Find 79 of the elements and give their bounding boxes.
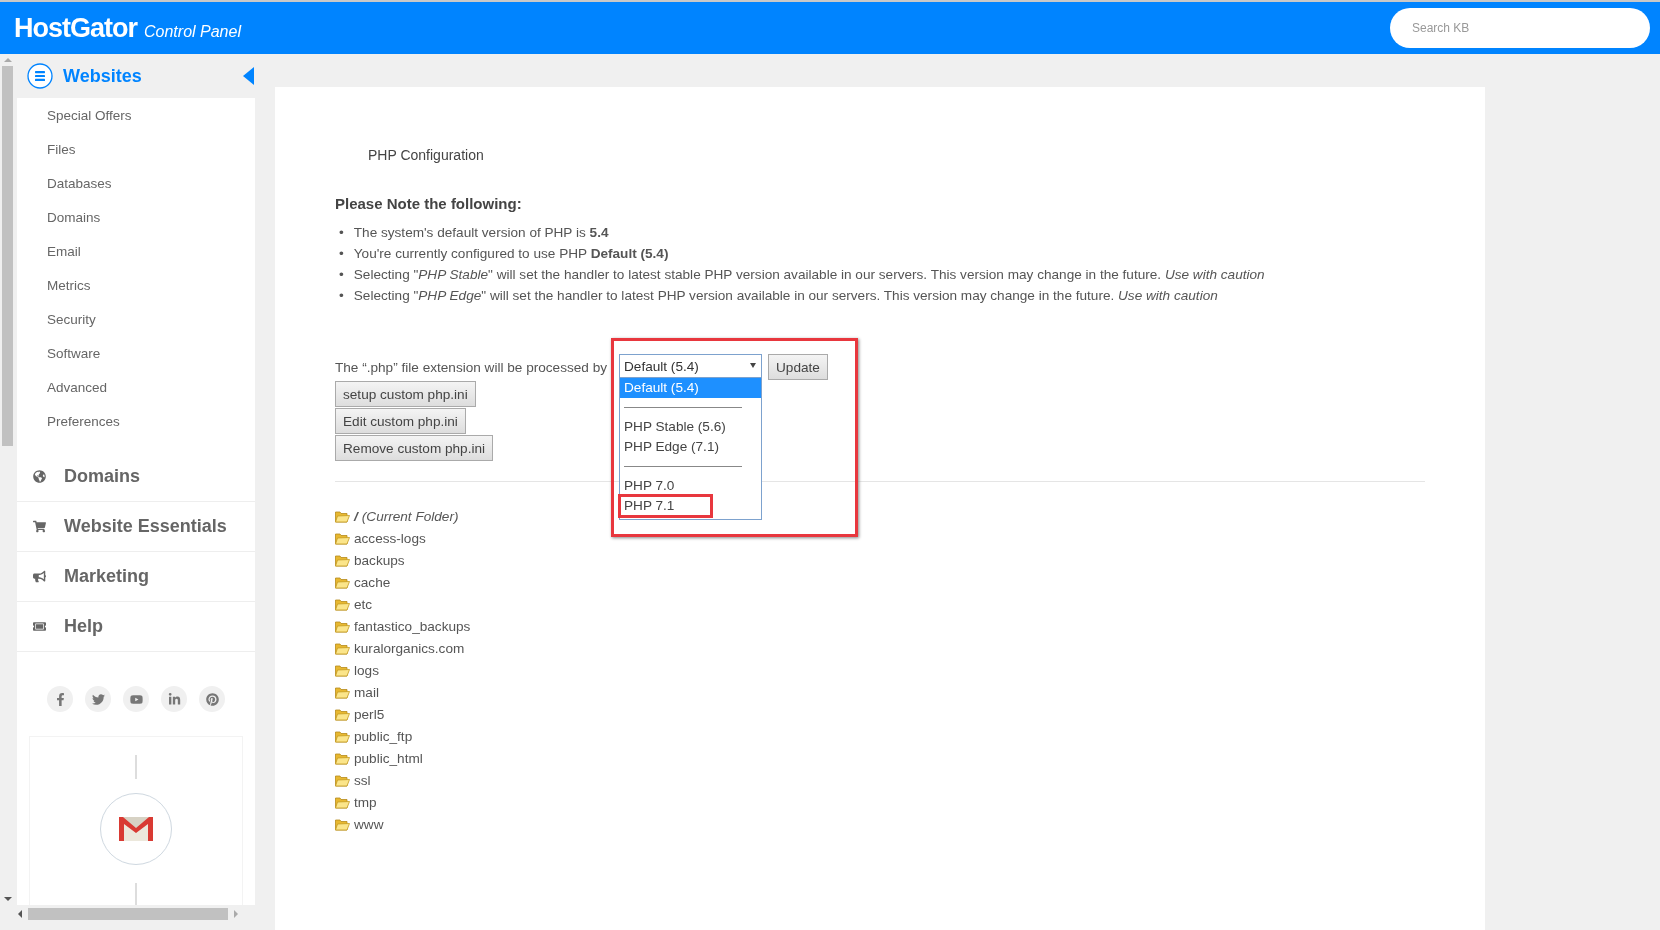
bullet: • xyxy=(339,245,344,263)
update-button[interactable]: Update xyxy=(768,354,828,380)
folder-link[interactable]: ssl xyxy=(335,769,371,791)
folder-link[interactable]: access-logs xyxy=(335,527,426,549)
folder-icon xyxy=(335,817,350,831)
sidebar-item[interactable]: Databases xyxy=(17,166,255,200)
folder-link[interactable]: logs xyxy=(335,659,379,681)
folder-icon xyxy=(335,531,350,545)
note-text: You're currently configured to use PHP Default (5.4) xyxy=(353,245,669,263)
sidebar-item[interactable]: Email xyxy=(17,234,255,268)
handler-label: The “.php” file extension will be processed by xyxy=(335,359,607,375)
folder-icon xyxy=(335,575,350,589)
folder-icon xyxy=(335,729,350,743)
folder-icon xyxy=(335,707,350,721)
linkedin-icon[interactable] xyxy=(161,686,187,712)
pinterest-icon[interactable] xyxy=(199,686,225,712)
ini-button[interactable]: Remove custom php.ini xyxy=(335,435,494,461)
version-option[interactable]: PHP 7.1 xyxy=(620,496,711,516)
page-title: PHP Configuration xyxy=(368,147,485,163)
sidebar-item[interactable]: Security xyxy=(17,302,255,336)
bullet: • xyxy=(339,287,344,305)
bullet: • xyxy=(339,266,344,284)
folder-icon xyxy=(335,751,350,765)
sidebar-group[interactable]: Domains xyxy=(17,452,255,502)
sidebar-item[interactable]: Preferences xyxy=(17,404,255,438)
note-heading: Please Note the following: xyxy=(335,195,523,212)
folder-link[interactable]: public_ftp xyxy=(335,725,413,747)
brand-subtitle: Control Panel xyxy=(144,22,241,41)
folder-link[interactable]: public_html xyxy=(335,747,423,769)
sidebar-group[interactable]: Marketing xyxy=(17,552,255,602)
sidebar-item[interactable]: Domains xyxy=(17,200,255,234)
sidebar-item[interactable]: Files xyxy=(17,132,255,166)
folder-icon xyxy=(335,641,350,655)
ticket-icon xyxy=(33,620,46,633)
youtube-icon[interactable] xyxy=(123,686,149,712)
folder-link[interactable]: tmp xyxy=(335,791,377,813)
sidebar-item[interactable]: Special Offers xyxy=(17,98,255,132)
folder-link[interactable]: backups xyxy=(335,549,405,571)
folder-link[interactable]: www xyxy=(335,813,384,835)
note-text: Selecting "PHP Stable" will set the handler to latest stable PHP version available in our servers. This version may change in the future. Use with caution xyxy=(353,266,1265,284)
folder-icon xyxy=(335,685,350,699)
folder-icon xyxy=(335,663,350,677)
folder-link[interactable]: mail xyxy=(335,681,379,703)
note-text: Selecting "PHP Edge" will set the handler to latest PHP version available in our servers. This version may change in the future. Use with caution xyxy=(353,287,1218,305)
folder-link[interactable]: / (Current Folder) xyxy=(335,505,459,527)
folder-icon xyxy=(335,553,350,567)
php-version-select[interactable]: Default (5.4) xyxy=(619,354,762,378)
folder-link[interactable]: kuralorganics.com xyxy=(335,637,465,659)
folder-icon xyxy=(335,619,350,633)
envelope-icon xyxy=(118,816,154,842)
twitter-icon[interactable] xyxy=(85,686,111,712)
cart-icon xyxy=(33,520,46,533)
sidebar-item[interactable]: Advanced xyxy=(17,370,255,404)
folder-icon xyxy=(335,597,350,611)
sidebar-group[interactable]: Help xyxy=(17,602,255,652)
megaphone-icon xyxy=(33,570,46,583)
note-text: The system's default version of PHP is 5.4 xyxy=(353,224,609,242)
ini-button[interactable]: Edit custom php.ini xyxy=(335,408,466,434)
sidebar-item[interactable]: Metrics xyxy=(17,268,255,302)
server-icon xyxy=(27,63,53,89)
brand-logo[interactable]: HostGator xyxy=(14,12,137,44)
folder-icon xyxy=(335,509,350,523)
folder-link[interactable]: perl5 xyxy=(335,703,385,725)
collapse-icon[interactable] xyxy=(243,67,255,85)
folder-icon xyxy=(335,773,350,787)
version-option[interactable]: PHP Stable (5.6) xyxy=(620,417,761,437)
folder-link[interactable]: etc xyxy=(335,593,373,615)
folder-link[interactable]: cache xyxy=(335,571,391,593)
folder-link[interactable]: fantastico_backups xyxy=(335,615,471,637)
ini-button[interactable]: setup custom php.ini xyxy=(335,381,476,407)
folder-icon xyxy=(335,795,350,809)
facebook-icon[interactable] xyxy=(47,686,73,712)
search-field[interactable]: Search KB xyxy=(1390,8,1650,48)
globe-icon xyxy=(33,470,46,483)
version-option[interactable]: PHP 7.0 xyxy=(620,476,761,496)
sidebar-item[interactable]: Software xyxy=(17,336,255,370)
bullet: • xyxy=(339,224,344,242)
version-option[interactable]: PHP Edge (7.1) xyxy=(620,437,761,457)
sidebar-group[interactable]: Website Essentials xyxy=(17,502,255,552)
